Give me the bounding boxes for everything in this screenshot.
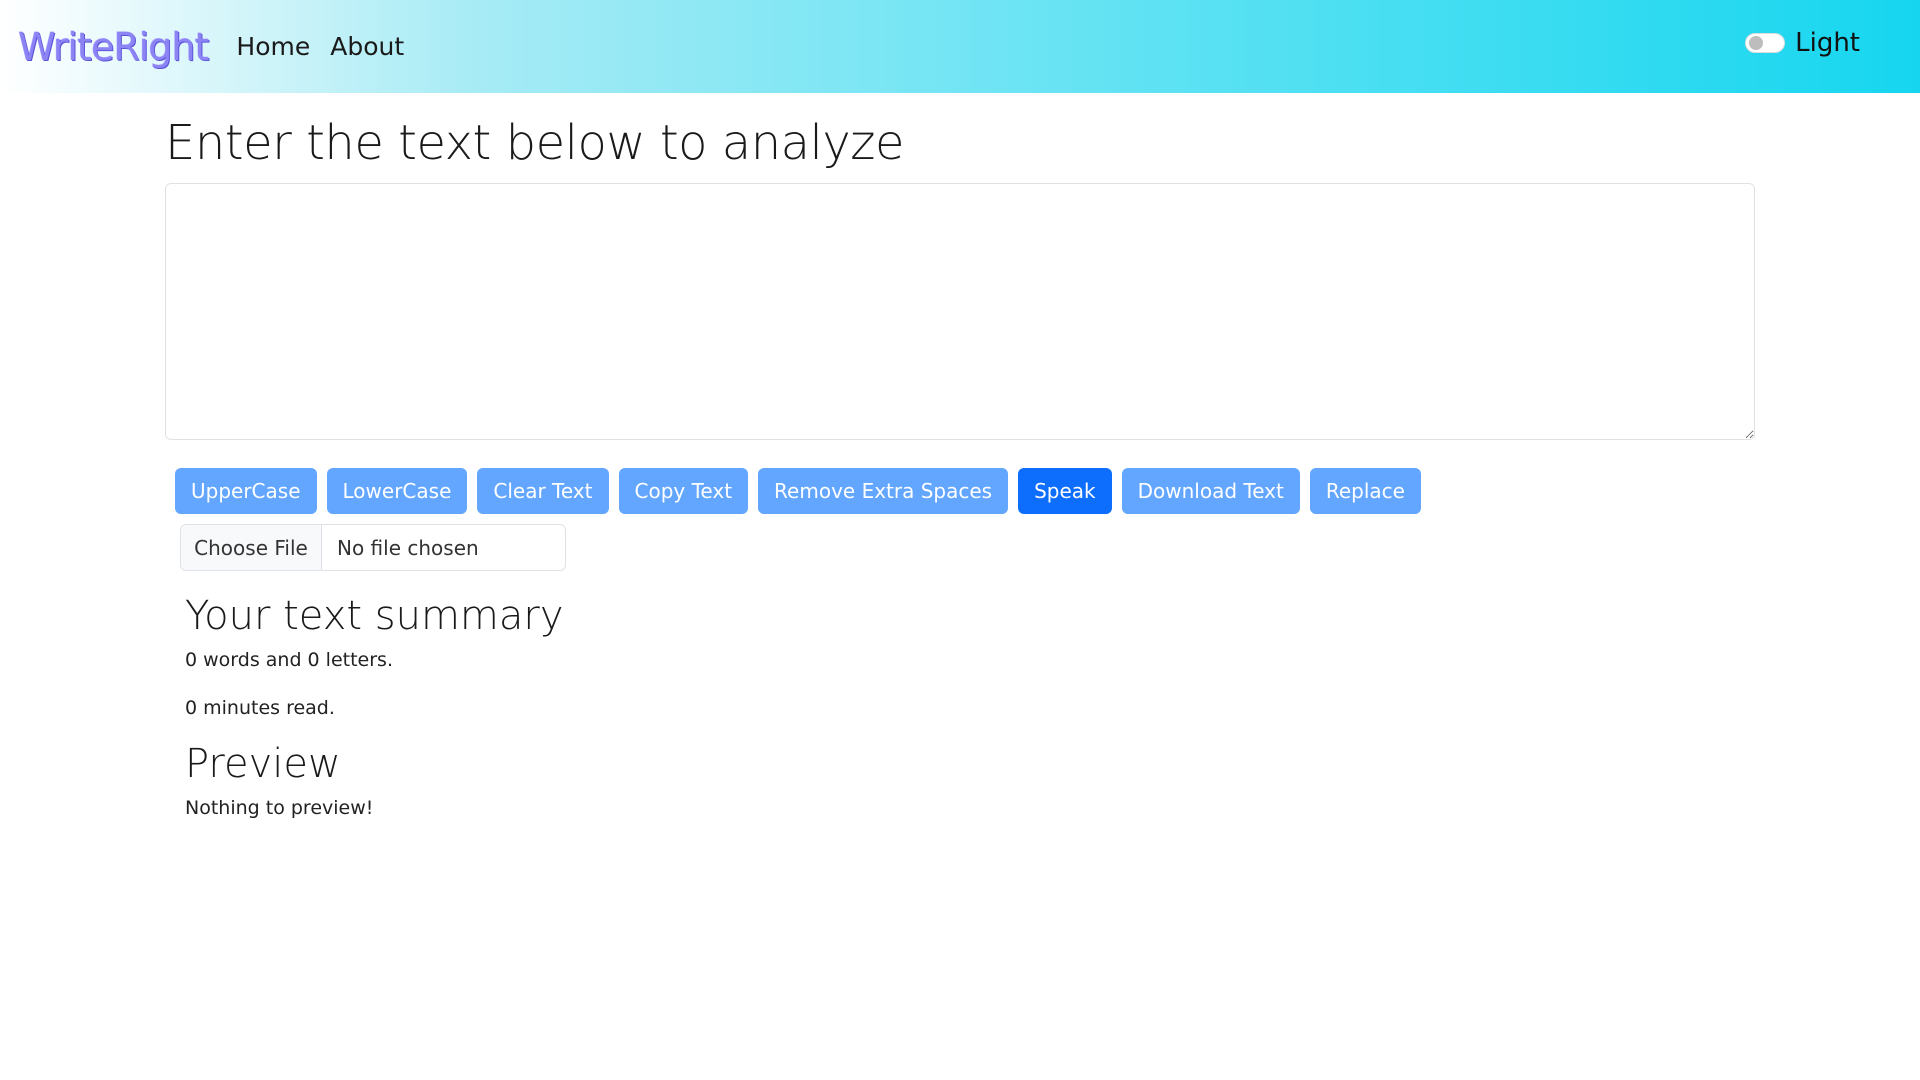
uppercase-button[interactable]: UpperCase — [175, 468, 317, 514]
replace-button[interactable]: Replace — [1309, 468, 1421, 514]
switch-knob — [1749, 36, 1764, 50]
speak-button[interactable]: Speak — [1018, 468, 1112, 514]
preview-heading: Preview — [185, 741, 341, 787]
clear-text-button[interactable]: Clear Text — [477, 468, 609, 514]
text-input[interactable] — [165, 183, 1755, 440]
file-input[interactable]: Choose File No file chosen — [180, 524, 566, 571]
read-time: 0 minutes read. — [185, 697, 335, 719]
theme-toggle-label: Light — [1795, 28, 1860, 58]
nav-link-home[interactable]: Home — [236, 32, 310, 61]
navbar: WriteRight Home About Light — [0, 0, 1920, 93]
file-status: No file chosen — [337, 535, 479, 560]
download-text-button[interactable]: Download Text — [1121, 468, 1300, 514]
lowercase-button[interactable]: LowerCase — [326, 468, 468, 514]
choose-file-button[interactable]: Choose File — [181, 525, 322, 570]
word-count: 0 words and 0 letters. — [185, 649, 393, 671]
preview-section: Preview Nothing to preview! — [185, 741, 1755, 819]
theme-switch[interactable] — [1745, 33, 1786, 53]
theme-toggle[interactable]: Light — [1745, 28, 1860, 58]
brand-logo[interactable]: WriteRight — [18, 25, 209, 69]
summary-section: Your text summary 0 words and 0 letters.… — [185, 593, 1755, 719]
preview-text: Nothing to preview! — [185, 797, 374, 819]
page-title: Enter the text below to analyze — [165, 115, 905, 171]
summary-heading: Your text summary — [185, 593, 564, 639]
copy-text-button[interactable]: Copy Text — [618, 468, 749, 514]
remove-extra-spaces-button[interactable]: Remove Extra Spaces — [758, 468, 1009, 514]
action-buttons: UpperCase LowerCase Clear Text Copy Text… — [165, 468, 1755, 514]
main-container: Enter the text below to analyze UpperCas… — [165, 93, 1755, 845]
nav-link-about[interactable]: About — [330, 32, 404, 61]
